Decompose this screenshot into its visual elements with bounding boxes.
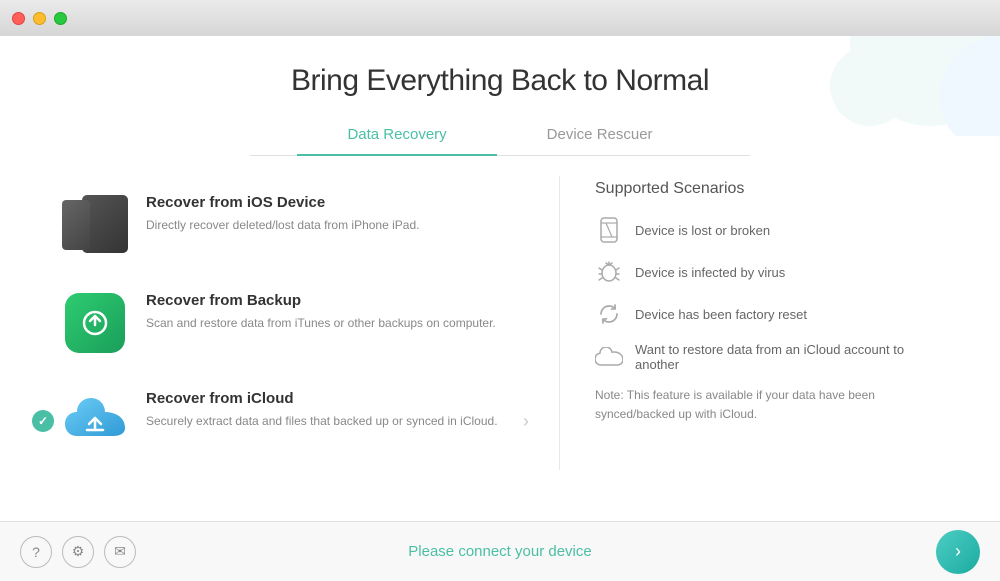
bug-icon (595, 258, 623, 286)
selected-checkmark (32, 410, 54, 432)
bottom-left-icons: ? ⚙ ✉ (20, 536, 136, 568)
phone-broken-icon (595, 216, 623, 244)
recovery-options-panel: Recover from iOS Device Directly recover… (60, 176, 560, 470)
reset-icon (595, 300, 623, 328)
iphone-shape (62, 200, 90, 250)
scenarios-note: Note: This feature is available if your … (595, 386, 935, 424)
minimize-button[interactable] (33, 12, 46, 25)
mail-button[interactable]: ✉ (104, 536, 136, 568)
backup-icon-bg (65, 293, 125, 353)
icloud-item-title: Recover from iCloud (146, 390, 499, 407)
scenario-item-lost: Device is lost or broken (595, 216, 940, 244)
cloud-transfer-icon (595, 343, 623, 371)
scenario-text-lost: Device is lost or broken (635, 223, 770, 238)
backup-icon (60, 288, 130, 358)
ios-item-text: Recover from iOS Device Directly recover… (146, 190, 529, 234)
icloud-item-text: Recover from iCloud Securely extract dat… (146, 386, 499, 430)
backup-item-desc: Scan and restore data from iTunes or oth… (146, 314, 529, 332)
scenario-item-virus: Device is infected by virus (595, 258, 940, 286)
close-button[interactable] (12, 12, 25, 25)
icloud-cloud-icon (61, 394, 129, 449)
icloud-icon (60, 386, 130, 456)
mail-icon: ✉ (114, 543, 126, 560)
recovery-item-backup[interactable]: Recover from Backup Scan and restore dat… (60, 274, 529, 372)
ios-item-title: Recover from iOS Device (146, 194, 529, 211)
backup-arrow-icon (79, 307, 111, 339)
ios-device-icon (60, 190, 130, 260)
scenario-text-icloud: Want to restore data from an iCloud acco… (635, 342, 940, 372)
content-area: Recover from iOS Device Directly recover… (60, 156, 940, 470)
bottom-bar: ? ⚙ ✉ Please connect your device › (0, 521, 1000, 581)
scenario-text-reset: Device has been factory reset (635, 307, 807, 322)
tab-device-rescuer[interactable]: Device Rescuer (497, 118, 703, 155)
maximize-button[interactable] (54, 12, 67, 25)
status-suffix: your device (511, 543, 592, 560)
status-text: Please connect your device (408, 543, 591, 560)
tab-data-recovery[interactable]: Data Recovery (297, 118, 496, 155)
scenario-item-reset: Device has been factory reset (595, 300, 940, 328)
icloud-chevron-icon: › (523, 411, 529, 432)
help-icon: ? (32, 544, 40, 560)
next-button[interactable]: › (936, 530, 980, 574)
settings-icon: ⚙ (72, 543, 85, 560)
tabs-container: Data Recovery Device Rescuer (250, 118, 750, 156)
header-section: Bring Everything Back to Normal Data Rec… (0, 36, 1000, 156)
backup-item-title: Recover from Backup (146, 292, 529, 309)
status-prefix: Please (408, 543, 458, 560)
recovery-item-ios[interactable]: Recover from iOS Device Directly recover… (60, 176, 529, 274)
backup-item-text: Recover from Backup Scan and restore dat… (146, 288, 529, 332)
scenario-item-icloud: Want to restore data from an iCloud acco… (595, 342, 940, 372)
main-content: Bring Everything Back to Normal Data Rec… (0, 36, 1000, 521)
icloud-item-desc: Securely extract data and files that bac… (146, 412, 499, 430)
next-arrow-icon: › (955, 541, 961, 562)
status-highlight: connect (458, 543, 511, 560)
main-title: Bring Everything Back to Normal (0, 64, 1000, 98)
recovery-item-icloud[interactable]: Recover from iCloud Securely extract dat… (60, 372, 529, 470)
scenarios-title: Supported Scenarios (595, 180, 940, 198)
scenario-text-virus: Device is infected by virus (635, 265, 785, 280)
ios-item-desc: Directly recover deleted/lost data from … (146, 216, 529, 234)
scenarios-panel: Supported Scenarios Device is lost or br… (560, 176, 940, 470)
titlebar (0, 0, 1000, 36)
help-button[interactable]: ? (20, 536, 52, 568)
settings-button[interactable]: ⚙ (62, 536, 94, 568)
